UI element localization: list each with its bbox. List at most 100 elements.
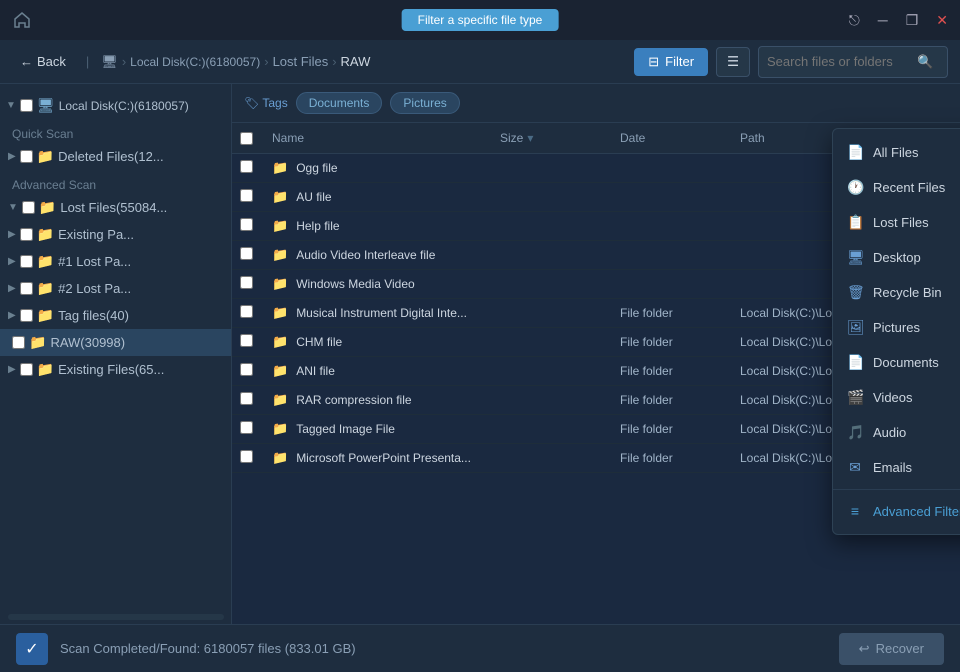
filter-recycle-bin[interactable]: 🗑 Recycle Bin bbox=[833, 275, 960, 310]
folder-icon: 📁 bbox=[37, 307, 54, 324]
row-checkbox[interactable] bbox=[240, 392, 253, 405]
col-header-size[interactable]: Size ▾ bbox=[492, 131, 612, 145]
row-checkbox[interactable] bbox=[240, 247, 253, 260]
documents-tag[interactable]: Documents bbox=[296, 92, 383, 114]
filter-documents[interactable]: 📄 Documents bbox=[833, 345, 960, 380]
sidebar-local-disk[interactable]: ▼ 🖥 Local Disk(C:)(6180057) bbox=[0, 92, 231, 119]
row-checkbox[interactable] bbox=[240, 450, 253, 463]
deleted-files-checkbox[interactable] bbox=[20, 150, 33, 163]
row-name: AU file bbox=[296, 190, 331, 204]
sidebar-tag-files[interactable]: ▶ 📁 Tag files(40) bbox=[0, 302, 231, 329]
folder-icon: 📁 bbox=[272, 421, 288, 437]
sidebar-existing-pa[interactable]: ▶ 📁 Existing Pa... bbox=[0, 221, 231, 248]
breadcrumb-raw: RAW bbox=[341, 54, 371, 69]
existing-files-checkbox[interactable] bbox=[20, 363, 33, 376]
2nd-lost-pa-checkbox[interactable] bbox=[20, 282, 33, 295]
col-header-date[interactable]: Date bbox=[612, 131, 732, 145]
row-checkbox[interactable] bbox=[240, 218, 253, 231]
sidebar-lost-files[interactable]: ▼ 📁 Lost Files(55084... bbox=[0, 194, 231, 221]
row-name-cell: 📁Musical Instrument Digital Inte... bbox=[264, 305, 492, 321]
status-text: Scan Completed/Found: 6180057 files (833… bbox=[60, 641, 827, 656]
home-icon[interactable] bbox=[12, 10, 32, 30]
back-button[interactable]: ← Back bbox=[12, 50, 74, 73]
tag-files-checkbox[interactable] bbox=[20, 309, 33, 322]
col-header-check bbox=[232, 131, 264, 145]
expand-arrow-icon: ▶ bbox=[8, 256, 16, 267]
sort-icon: ▾ bbox=[527, 131, 533, 145]
row-name: Help file bbox=[296, 219, 339, 233]
filter-all-files-label: All Files bbox=[873, 145, 919, 160]
row-name-cell: 📁AU file bbox=[264, 189, 492, 205]
documents-icon: 📄 bbox=[847, 354, 863, 371]
row-name-cell: 📁Windows Media Video bbox=[264, 276, 492, 292]
row-type-cell: File folder bbox=[612, 364, 732, 378]
sidebar-2nd-lost-pa[interactable]: ▶ 📁 #2 Lost Pa... bbox=[0, 275, 231, 302]
raw-checkbox[interactable] bbox=[12, 336, 25, 349]
breadcrumb-lostfiles[interactable]: Lost Files bbox=[273, 54, 329, 69]
row-checkbox-cell bbox=[232, 363, 264, 379]
filter-videos-label: Videos bbox=[873, 390, 913, 405]
row-name-cell: 📁ANI file bbox=[264, 363, 492, 379]
row-checkbox-cell bbox=[232, 334, 264, 350]
filter-advanced[interactable]: ≡ Advanced Filter bbox=[833, 494, 960, 528]
sidebar-raw[interactable]: 📁 RAW(30998) bbox=[0, 329, 231, 356]
title-bar-left bbox=[12, 10, 32, 30]
back-label: Back bbox=[37, 54, 66, 69]
tags-label: 🏷 Tags bbox=[244, 96, 288, 110]
lost-files-checkbox[interactable] bbox=[22, 201, 35, 214]
close-icon[interactable]: ✕ bbox=[936, 12, 948, 29]
row-name-cell: 📁Microsoft PowerPoint Presenta... bbox=[264, 450, 492, 466]
restore-icon[interactable]: ❐ bbox=[906, 12, 919, 29]
filter-lost-files[interactable]: 📋 Lost Files bbox=[833, 205, 960, 240]
folder-icon: 📁 bbox=[37, 361, 54, 378]
existing-pa-label: Existing Pa... bbox=[58, 227, 134, 242]
folder-icon: 📁 bbox=[37, 148, 54, 165]
filter-videos[interactable]: 🎬 Videos bbox=[833, 380, 960, 415]
sidebar-existing-files[interactable]: ▶ 📁 Existing Files(65... bbox=[0, 356, 231, 383]
row-checkbox[interactable] bbox=[240, 160, 253, 173]
existing-pa-checkbox[interactable] bbox=[20, 228, 33, 241]
pictures-tag[interactable]: Pictures bbox=[390, 92, 459, 114]
search-icon[interactable]: 🔍 bbox=[917, 54, 933, 70]
2nd-lost-pa-label: #2 Lost Pa... bbox=[58, 281, 131, 296]
sidebar-localdisk-label: Local Disk(C:)(6180057) bbox=[59, 99, 189, 113]
filter-desktop[interactable]: 🖥 Desktop bbox=[833, 240, 960, 275]
filter-all-files[interactable]: 📄 All Files ✓ bbox=[833, 135, 960, 170]
row-checkbox[interactable] bbox=[240, 334, 253, 347]
filter-recent-files[interactable]: 🕐 Recent Files bbox=[833, 170, 960, 205]
expand-arrow-icon: ▶ bbox=[8, 283, 16, 294]
folder-icon: 📁 bbox=[272, 450, 288, 466]
minimize-icon[interactable]: ─ bbox=[878, 12, 888, 28]
row-type-cell: File folder bbox=[612, 335, 732, 349]
filter-pictures[interactable]: 🖼 Pictures bbox=[833, 310, 960, 345]
view-options-button[interactable]: ☰ bbox=[716, 47, 750, 77]
sidebar-deleted-files[interactable]: ▶ 📁 Deleted Files(12... bbox=[0, 143, 231, 170]
row-checkbox[interactable] bbox=[240, 189, 253, 202]
filter-button-label: Filter bbox=[665, 54, 694, 69]
row-checkbox-cell bbox=[232, 305, 264, 321]
title-bar: Filter a specific file type ⎋ ─ ❐ ✕ bbox=[0, 0, 960, 40]
expand-arrow-icon: ▶ bbox=[8, 151, 16, 162]
localdisk-checkbox[interactable] bbox=[20, 99, 33, 112]
select-all-checkbox[interactable] bbox=[240, 132, 253, 145]
filter-audio[interactable]: 🎵 Audio bbox=[833, 415, 960, 450]
folder-icon: 📁 bbox=[272, 218, 288, 234]
row-checkbox[interactable] bbox=[240, 305, 253, 318]
size-col-label: Size bbox=[500, 131, 523, 145]
sidebar-1st-lost-pa[interactable]: ▶ 📁 #1 Lost Pa... bbox=[0, 248, 231, 275]
1st-lost-pa-checkbox[interactable] bbox=[20, 255, 33, 268]
row-checkbox[interactable] bbox=[240, 421, 253, 434]
share-icon[interactable]: ⎋ bbox=[849, 12, 860, 29]
recover-button[interactable]: ↩ Recover bbox=[839, 633, 944, 665]
row-checkbox[interactable] bbox=[240, 363, 253, 376]
col-header-name[interactable]: Name bbox=[264, 131, 492, 145]
filter-emails[interactable]: ✉ Emails bbox=[833, 450, 960, 485]
row-name: Audio Video Interleave file bbox=[296, 248, 435, 262]
row-checkbox[interactable] bbox=[240, 276, 253, 289]
search-input[interactable] bbox=[767, 54, 917, 69]
breadcrumb-localdisk[interactable]: Local Disk(C:)(6180057) bbox=[130, 55, 260, 69]
filter-button[interactable]: ⊟ Filter bbox=[634, 48, 708, 76]
folder-icon: 📁 bbox=[29, 334, 46, 351]
1st-lost-pa-label: #1 Lost Pa... bbox=[58, 254, 131, 269]
nav-right: ⊟ Filter ☰ 🔍 bbox=[634, 46, 948, 78]
